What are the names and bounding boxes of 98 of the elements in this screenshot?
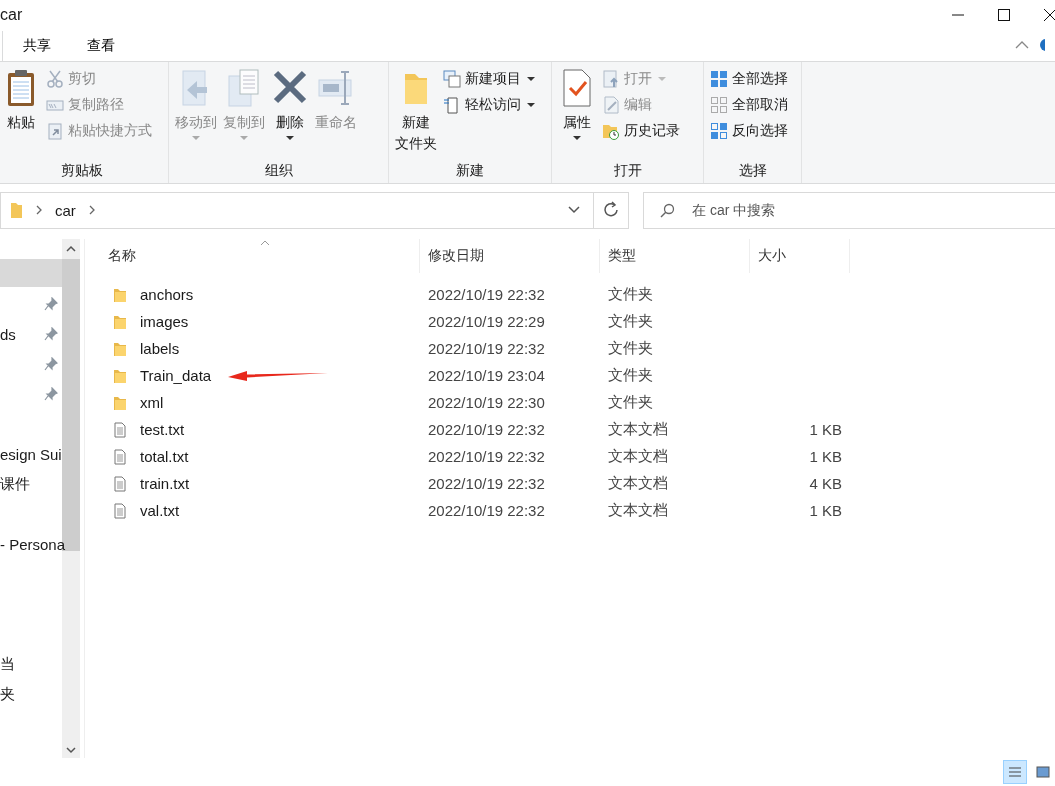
size-cell: 1 KB <box>809 421 842 439</box>
text-file-icon <box>112 421 128 438</box>
collapse-ribbon-icon[interactable] <box>1015 40 1029 51</box>
nav-item[interactable]: ds <box>0 319 62 350</box>
address-bar[interactable]: car <box>0 191 594 230</box>
type-cell: 文本文档 <box>608 420 668 440</box>
folder-icon <box>9 202 23 219</box>
scroll-down-icon[interactable] <box>65 746 77 755</box>
type-cell: 文本文档 <box>608 501 668 521</box>
date-cell: 2022/10/19 22:32 <box>428 340 545 358</box>
nav-item[interactable]: 夹 <box>0 679 62 710</box>
ribbon-button[interactable]: 删除 <box>269 65 311 160</box>
close-icon[interactable] <box>1043 7 1055 22</box>
nav-item[interactable]: 当 <box>0 649 62 680</box>
date-cell: 2022/10/19 22:32 <box>428 448 545 466</box>
ribbon-button[interactable]: 历史记录 <box>600 117 682 144</box>
ribbon-button[interactable]: 属性 <box>556 65 598 160</box>
group-label: 组织 <box>263 160 294 180</box>
easy-access-icon <box>443 95 461 114</box>
breadcrumb[interactable]: car <box>55 202 76 219</box>
ribbon-tab[interactable]: 共享 <box>7 30 67 61</box>
file-name[interactable]: labels <box>140 340 180 358</box>
group-label: 剪贴板 <box>60 160 104 180</box>
file-name[interactable]: anchors <box>140 286 194 304</box>
text-file-icon <box>112 475 128 492</box>
pin-icon <box>44 357 58 372</box>
scroll-up-icon[interactable] <box>65 245 77 254</box>
file-name[interactable]: xml <box>140 394 164 412</box>
folder-icon <box>112 340 128 357</box>
ribbon-button[interactable]: 反向选择 <box>708 117 790 144</box>
ribbon-button[interactable]: 新建 文件夹 <box>393 65 439 160</box>
type-cell: 文件夹 <box>608 285 653 305</box>
text-file-icon <box>112 448 128 465</box>
refresh-button[interactable] <box>593 191 629 230</box>
edit-icon <box>602 95 620 114</box>
file-name[interactable]: Train_data <box>140 367 212 385</box>
file-name[interactable]: test.txt <box>140 421 185 439</box>
size-cell: 1 KB <box>809 448 842 466</box>
select-all-icon <box>710 69 728 88</box>
picture-icon <box>1036 765 1050 780</box>
folder-icon <box>112 286 128 303</box>
group-label: 新建 <box>455 160 485 180</box>
dropdown-icon[interactable] <box>567 205 581 216</box>
ribbon-button[interactable]: 全部取消 <box>708 91 790 118</box>
details-view-button[interactable] <box>1003 760 1027 785</box>
sort-ascending-icon <box>260 240 270 247</box>
ribbon-button[interactable]: 全部选择 <box>708 65 790 92</box>
date-cell: 2022/10/19 22:32 <box>428 421 545 439</box>
ribbon-tab[interactable]: 查看 <box>71 30 131 61</box>
select-none-icon <box>710 95 728 114</box>
size-cell: 1 KB <box>809 502 842 520</box>
ribbon-button[interactable]: 粘贴 <box>0 65 42 160</box>
pin-icon <box>44 327 58 342</box>
file-name[interactable]: images <box>140 313 189 331</box>
type-cell: 文本文档 <box>608 447 668 467</box>
date-cell: 2022/10/19 22:32 <box>428 286 545 304</box>
date-cell: 2022/10/19 23:04 <box>428 367 545 385</box>
search-field[interactable]: 在 car 中搜索 <box>643 191 1055 230</box>
folder-icon <box>112 367 128 384</box>
type-cell: 文件夹 <box>608 339 653 359</box>
help-icon[interactable] <box>1039 38 1045 53</box>
window-title: car <box>0 5 23 24</box>
new-item-icon <box>443 69 461 88</box>
date-cell: 2022/10/19 22:30 <box>428 394 545 412</box>
file-name[interactable]: total.txt <box>140 448 189 466</box>
ribbon-button[interactable]: 轻松访问 <box>441 91 537 118</box>
file-name[interactable]: val.txt <box>140 502 180 520</box>
type-cell: 文件夹 <box>608 366 653 386</box>
date-cell: 2022/10/19 22:29 <box>428 313 545 331</box>
pin-icon <box>44 387 58 402</box>
group-label: 选择 <box>737 160 768 180</box>
folder-icon <box>112 313 128 330</box>
shortcut-icon <box>46 121 64 140</box>
folder-icon <box>112 394 128 411</box>
pin-icon <box>44 297 58 312</box>
size-cell: 4 KB <box>809 475 842 493</box>
type-cell: 文件夹 <box>608 312 653 332</box>
date-cell: 2022/10/19 22:32 <box>428 502 545 520</box>
chevron-icon[interactable] <box>87 204 96 217</box>
column-header[interactable]: 名称 <box>100 239 420 274</box>
file-name[interactable]: train.txt <box>140 475 190 493</box>
column-header[interactable]: 修改日期 <box>420 239 600 274</box>
group-label: 打开 <box>612 160 643 180</box>
scissors-icon <box>46 69 64 88</box>
nav-item[interactable]: 课件 <box>0 469 62 500</box>
maximize-icon[interactable] <box>997 7 1011 22</box>
ribbon-button[interactable]: 新建项目 <box>441 65 537 92</box>
chevron-icon <box>35 204 43 217</box>
list-icon <box>1008 765 1022 780</box>
column-header[interactable]: 类型 <box>600 239 750 274</box>
type-cell: 文本文档 <box>608 474 668 494</box>
text-file-icon <box>112 502 128 519</box>
open-icon <box>602 69 620 88</box>
date-cell: 2022/10/19 22:32 <box>428 475 545 493</box>
invert-selection-icon <box>710 121 728 140</box>
nav-item[interactable]: esign Sui <box>0 439 62 470</box>
type-cell: 文件夹 <box>608 393 653 413</box>
column-header[interactable]: 大小 <box>750 239 850 274</box>
